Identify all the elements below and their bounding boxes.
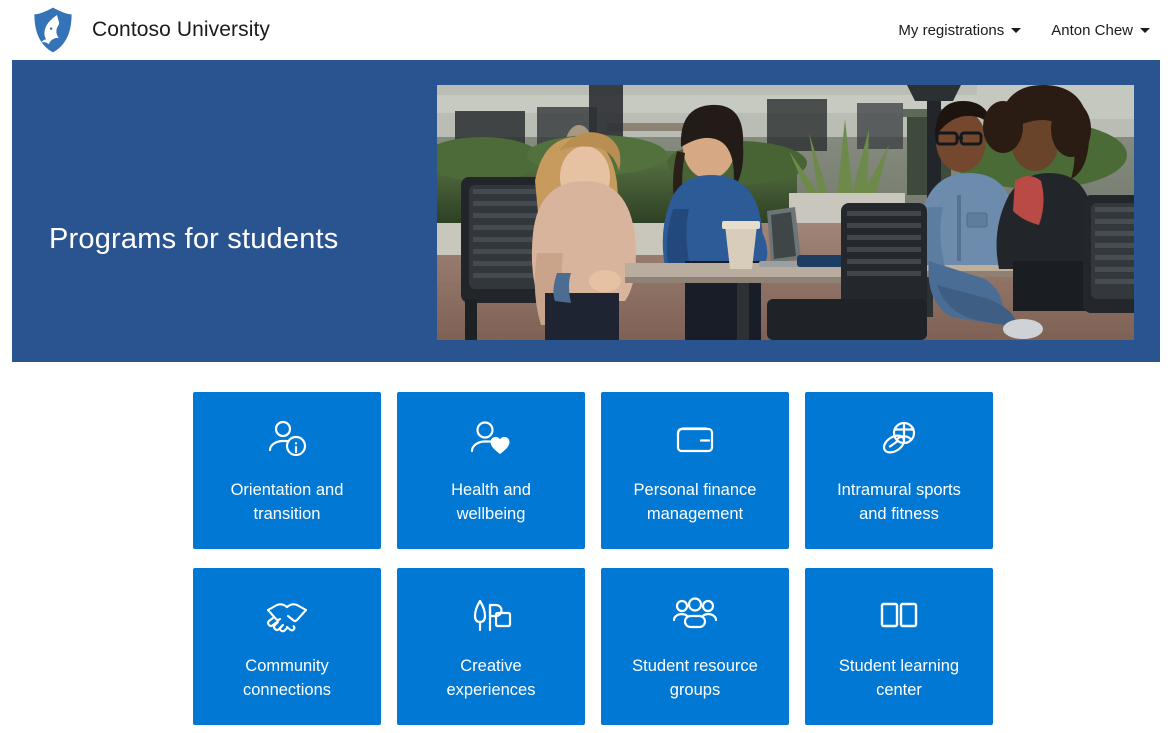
tile-label: Orientation and transition xyxy=(231,478,344,526)
tile-student-resource-groups[interactable]: Student resource groups xyxy=(601,568,789,725)
chevron-down-icon xyxy=(1011,28,1021,33)
tile-label: Student resource groups xyxy=(632,654,758,702)
nav-my-registrations[interactable]: My registrations xyxy=(898,22,1021,39)
wallet-icon xyxy=(672,416,718,462)
tile-student-learning-center[interactable]: Student learning center xyxy=(805,568,993,725)
page-title: Programs for students xyxy=(49,223,339,256)
tile-label: Intramural sports and fitness xyxy=(837,478,961,526)
tile-label: Community connections xyxy=(243,654,331,702)
person-heart-icon xyxy=(468,416,514,462)
tile-creative-experiences[interactable]: Creative experiences xyxy=(397,568,585,725)
tile-health-and-wellbeing[interactable]: Health and wellbeing xyxy=(397,392,585,549)
person-info-icon xyxy=(264,416,310,462)
hero-photo xyxy=(437,85,1134,340)
tile-intramural-sports-and-fitness[interactable]: Intramural sports and fitness xyxy=(805,392,993,549)
tile-personal-finance-management[interactable]: Personal finance management xyxy=(601,392,789,549)
tile-label: Health and wellbeing xyxy=(451,478,531,526)
nav-my-registrations-label: My registrations xyxy=(898,22,1004,39)
top-navigation-bar: Contoso University My registrations Anto… xyxy=(0,0,1172,60)
tile-label: Creative experiences xyxy=(447,654,536,702)
program-tiles-grid: Orientation and transition Health and we… xyxy=(193,392,994,725)
tile-orientation-and-transition[interactable]: Orientation and transition xyxy=(193,392,381,549)
paintbrush-canvas-icon xyxy=(468,592,514,638)
brand-title: Contoso University xyxy=(92,18,270,42)
handshake-icon xyxy=(264,592,310,638)
tile-label: Personal finance management xyxy=(634,478,757,526)
brand-home-link[interactable]: Contoso University xyxy=(26,3,270,57)
shield-wolf-logo-icon xyxy=(26,3,80,57)
sports-balls-icon xyxy=(876,416,922,462)
hero-banner: Programs for students xyxy=(12,60,1160,362)
chevron-down-icon xyxy=(1140,28,1150,33)
nav-user-account-label: Anton Chew xyxy=(1051,22,1133,39)
nav-user-account[interactable]: Anton Chew xyxy=(1051,22,1150,39)
people-group-icon xyxy=(672,592,718,638)
open-book-icon xyxy=(876,592,922,638)
tile-community-connections[interactable]: Community connections xyxy=(193,568,381,725)
top-nav-items: My registrations Anton Chew xyxy=(898,22,1150,39)
tile-label: Student learning center xyxy=(839,654,959,702)
